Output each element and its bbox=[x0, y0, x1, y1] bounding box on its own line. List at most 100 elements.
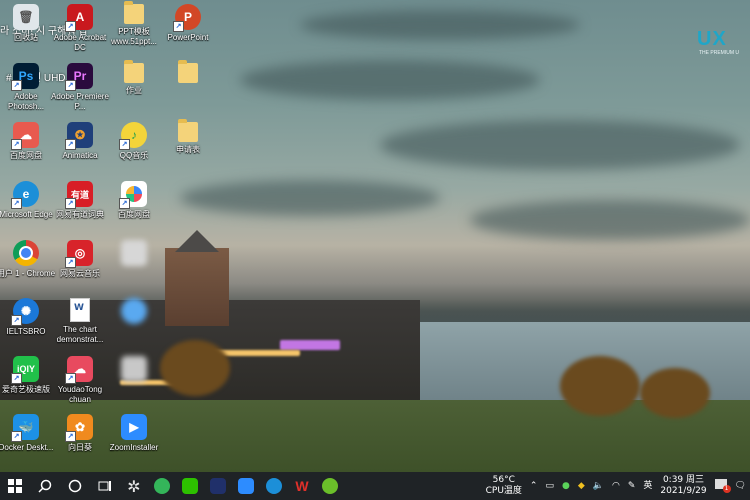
taskbar-wps[interactable]: W bbox=[288, 472, 316, 500]
icon-label: IELTSBRO bbox=[6, 327, 46, 336]
docker-icon: 🐳 ↗ bbox=[11, 414, 39, 442]
taskbar-green-app[interactable] bbox=[148, 472, 176, 500]
folder-doc-icon bbox=[124, 1, 144, 24]
desktop-icon-animatica[interactable]: ✪ ↗ Animatica bbox=[54, 122, 106, 161]
taskbar-dark-app[interactable] bbox=[204, 472, 232, 500]
desktop-icon-blurred[interactable] bbox=[108, 298, 160, 324]
tray-battery[interactable]: ▭ bbox=[541, 481, 558, 492]
premiere-icon: Pr ↗ bbox=[65, 63, 93, 91]
battery-icon: ▭ bbox=[545, 480, 554, 491]
desktop-icon-iqiyi[interactable]: iQIY ↗ 爱奇艺极速版 bbox=[0, 356, 52, 395]
volume-button[interactable]: 🔈 bbox=[589, 481, 608, 492]
edge-icon bbox=[266, 478, 282, 494]
green-app-icon bbox=[154, 478, 170, 494]
desktop-icon-chart-doc[interactable]: W The chart demonstrat... bbox=[54, 298, 106, 345]
icon-label: 网易云音乐 bbox=[60, 269, 100, 278]
icon-label: 百度网盘 bbox=[118, 210, 150, 219]
taskbar-zoom[interactable] bbox=[232, 472, 260, 500]
fan-icon: ✲ bbox=[127, 476, 141, 496]
castle bbox=[165, 230, 229, 326]
search-button[interactable] bbox=[30, 472, 60, 500]
desktop-icon-edge[interactable]: e ↗ Microsoft Edge bbox=[0, 181, 53, 220]
tree bbox=[160, 340, 230, 396]
taskbar: ✲ W 56°C CPU温度 ⌃ ▭ ● ◆ 🔈 ◠ ✎ 英 0:39 周三 2… bbox=[0, 472, 750, 500]
icon-label: Docker Deskt... bbox=[0, 443, 54, 452]
desktop-icon-baidu-photos[interactable]: ↗ 百度网盘 bbox=[108, 181, 160, 220]
app-icon bbox=[210, 478, 226, 494]
notification-badge: 1 bbox=[722, 485, 731, 493]
notification-icon: 🗨 bbox=[734, 480, 746, 491]
sunflower-icon: ✿ ↗ bbox=[65, 414, 93, 442]
clock-date: 2021/9/29 bbox=[660, 486, 707, 496]
cpu-temp-label: CPU温度 bbox=[485, 486, 522, 496]
icon-label: The chart demonstrat... bbox=[56, 325, 104, 344]
tray-expand-button[interactable]: ⌃ bbox=[526, 481, 542, 492]
desktop-icon-netease-music[interactable]: ◎ ↗ 网易云音乐 bbox=[54, 240, 106, 279]
desktop-icon-photoshop[interactable]: Ps ↗ Adobe Photosh... bbox=[0, 63, 52, 112]
cloud bbox=[240, 60, 540, 100]
task-view-icon bbox=[98, 481, 111, 491]
desktop-icon-powerpoint[interactable]: P ↗ PowerPoint bbox=[162, 4, 214, 43]
wifi-icon: ◠ bbox=[611, 480, 620, 491]
taskbar-360[interactable] bbox=[316, 472, 344, 500]
taskbar-fan-app[interactable]: ✲ bbox=[120, 472, 148, 500]
city-lights bbox=[280, 340, 340, 350]
task-view-button[interactable] bbox=[90, 472, 120, 500]
desktop-icon-chrome[interactable]: 用户 1 - Chrome bbox=[0, 240, 55, 279]
taskbar-wechat[interactable] bbox=[176, 472, 204, 500]
icon-label: 向日葵 bbox=[68, 443, 92, 452]
tray-yellow-app[interactable]: ◆ bbox=[574, 481, 589, 492]
desktop-icon-qq-music[interactable]: ♪ ↗ QQ音乐 bbox=[108, 122, 160, 161]
icon-label: Adobe Premiere P... bbox=[51, 92, 109, 111]
icon-label: PowerPoint bbox=[167, 33, 209, 42]
icon-label: PPT模板 www.51ppt... bbox=[111, 27, 157, 46]
chrome-icon bbox=[13, 240, 39, 266]
icon-label: Adobe Acrobat DC bbox=[53, 33, 107, 52]
desktop-icon-youdao-tongchuan[interactable]: ☁ ↗ YoudaoTong chuan bbox=[54, 356, 106, 405]
desktop-icon-blurred[interactable] bbox=[108, 240, 160, 266]
icon-label: 回收站 bbox=[14, 33, 38, 42]
wifi-button[interactable]: ◠ bbox=[608, 481, 624, 492]
desktop-icon-homework[interactable]: 作业 bbox=[108, 60, 160, 96]
icon-label: YoudaoTong chuan bbox=[57, 385, 103, 404]
icon-label: 作业 bbox=[126, 86, 142, 95]
tray-green-app[interactable]: ● bbox=[558, 481, 574, 492]
zoom-icon bbox=[238, 478, 254, 494]
desktop-icon-zoom-installer[interactable]: ▶ ZoomInstaller bbox=[108, 414, 160, 453]
desktop-icon-ieltsbro[interactable]: ✺ ↗ IELTSBRO bbox=[0, 298, 52, 337]
app-icon bbox=[121, 356, 147, 382]
watermark-logo: UX bbox=[697, 28, 727, 50]
desktop-icon-sunflower[interactable]: ✿ ↗ 向日葵 bbox=[54, 414, 106, 453]
desktop-icon-adobe-acrobat[interactable]: A ↗ Adobe Acrobat DC bbox=[54, 4, 106, 53]
desktop-icon-blurred-folder[interactable] bbox=[162, 60, 214, 86]
folder-doc-icon bbox=[178, 119, 198, 142]
icon-label: 爱奇艺极速版 bbox=[2, 385, 50, 394]
desktop-icon-recycle-bin[interactable]: 🗑 回收站 bbox=[0, 4, 52, 43]
tray-app-icon: ● bbox=[561, 480, 570, 491]
desktop-icon-blurred[interactable] bbox=[108, 356, 160, 382]
desktop-icon-ppt-template[interactable]: PPT模板 www.51ppt... bbox=[108, 1, 160, 47]
action-center-button[interactable]: 🗨 bbox=[731, 481, 750, 492]
acrobat-icon: A ↗ bbox=[65, 4, 93, 32]
clock[interactable]: 0:39 周三 2021/9/29 bbox=[656, 475, 710, 497]
photoshop-icon: Ps ↗ bbox=[11, 63, 39, 91]
cortana-button[interactable] bbox=[60, 472, 90, 500]
ieltsbro-icon: ✺ ↗ bbox=[11, 298, 39, 326]
volume-icon: 🔈 bbox=[592, 480, 604, 491]
ime-indicator[interactable]: 英 bbox=[639, 481, 656, 492]
desktop-icon-application-form[interactable]: 申请表 bbox=[162, 119, 214, 155]
tray-red-app[interactable]: 1 bbox=[711, 479, 731, 493]
pen-button[interactable]: ✎ bbox=[624, 481, 640, 492]
start-button[interactable] bbox=[0, 472, 30, 500]
desktop-icon-docker[interactable]: 🐳 ↗ Docker Deskt... bbox=[0, 414, 53, 453]
desktop-icon-baidu-netdisk[interactable]: ☁ ↗ 百度网盘 bbox=[0, 122, 52, 161]
icon-label: 申请表 bbox=[176, 145, 200, 154]
cloud bbox=[300, 10, 580, 40]
taskbar-edge[interactable] bbox=[260, 472, 288, 500]
youdao-icon: 有道 ↗ bbox=[65, 181, 93, 209]
cpu-temp-value: 56°C bbox=[492, 475, 515, 485]
cpu-temperature[interactable]: 56°C CPU温度 bbox=[482, 475, 526, 497]
tree bbox=[640, 368, 710, 418]
desktop-icon-premiere[interactable]: Pr ↗ Adobe Premiere P... bbox=[51, 63, 109, 112]
desktop-icon-youdao-dict[interactable]: 有道 ↗ 网易有道词典 bbox=[54, 181, 106, 220]
